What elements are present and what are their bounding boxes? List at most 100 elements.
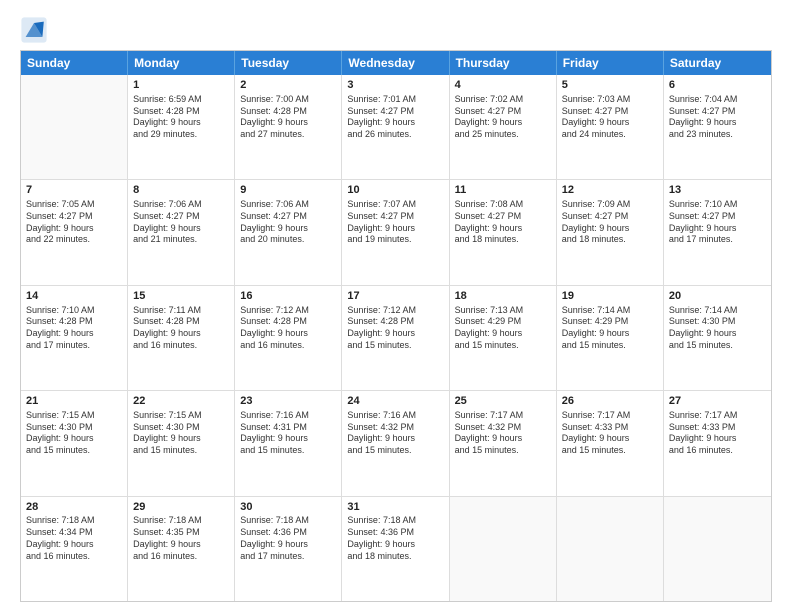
sunrise-text: Sunrise: 7:06 AM bbox=[133, 199, 229, 211]
daylight-text-1: Daylight: 9 hours bbox=[562, 117, 658, 129]
sunrise-text: Sunrise: 7:15 AM bbox=[26, 410, 122, 422]
sunrise-text: Sunrise: 7:17 AM bbox=[562, 410, 658, 422]
cell-info: Sunrise: 6:59 AMSunset: 4:28 PMDaylight:… bbox=[133, 94, 229, 141]
daylight-text-2: and 17 minutes. bbox=[240, 551, 336, 563]
daylight-text-2: and 17 minutes. bbox=[669, 234, 766, 246]
cal-cell: 30Sunrise: 7:18 AMSunset: 4:36 PMDayligh… bbox=[235, 497, 342, 601]
cell-info: Sunrise: 7:16 AMSunset: 4:32 PMDaylight:… bbox=[347, 410, 443, 457]
daylight-text-2: and 16 minutes. bbox=[133, 340, 229, 352]
cell-info: Sunrise: 7:07 AMSunset: 4:27 PMDaylight:… bbox=[347, 199, 443, 246]
day-number: 24 bbox=[347, 394, 443, 409]
day-number: 11 bbox=[455, 183, 551, 198]
cal-cell bbox=[450, 497, 557, 601]
daylight-text-2: and 17 minutes. bbox=[26, 340, 122, 352]
sunset-text: Sunset: 4:28 PM bbox=[240, 106, 336, 118]
day-number: 25 bbox=[455, 394, 551, 409]
day-number: 14 bbox=[26, 289, 122, 304]
cal-cell: 3Sunrise: 7:01 AMSunset: 4:27 PMDaylight… bbox=[342, 75, 449, 179]
day-number: 15 bbox=[133, 289, 229, 304]
daylight-text-1: Daylight: 9 hours bbox=[240, 539, 336, 551]
daylight-text-1: Daylight: 9 hours bbox=[347, 433, 443, 445]
calendar-header-row: SundayMondayTuesdayWednesdayThursdayFrid… bbox=[21, 51, 771, 75]
cal-cell: 7Sunrise: 7:05 AMSunset: 4:27 PMDaylight… bbox=[21, 180, 128, 284]
cell-info: Sunrise: 7:05 AMSunset: 4:27 PMDaylight:… bbox=[26, 199, 122, 246]
cal-cell: 19Sunrise: 7:14 AMSunset: 4:29 PMDayligh… bbox=[557, 286, 664, 390]
sunset-text: Sunset: 4:27 PM bbox=[669, 211, 766, 223]
cal-cell: 23Sunrise: 7:16 AMSunset: 4:31 PMDayligh… bbox=[235, 391, 342, 495]
cell-info: Sunrise: 7:11 AMSunset: 4:28 PMDaylight:… bbox=[133, 305, 229, 352]
sunrise-text: Sunrise: 7:08 AM bbox=[455, 199, 551, 211]
daylight-text-2: and 24 minutes. bbox=[562, 129, 658, 141]
sunrise-text: Sunrise: 7:18 AM bbox=[133, 515, 229, 527]
cal-cell: 6Sunrise: 7:04 AMSunset: 4:27 PMDaylight… bbox=[664, 75, 771, 179]
sunrise-text: Sunrise: 7:00 AM bbox=[240, 94, 336, 106]
cal-cell: 2Sunrise: 7:00 AMSunset: 4:28 PMDaylight… bbox=[235, 75, 342, 179]
sunset-text: Sunset: 4:27 PM bbox=[347, 211, 443, 223]
cal-cell: 24Sunrise: 7:16 AMSunset: 4:32 PMDayligh… bbox=[342, 391, 449, 495]
daylight-text-1: Daylight: 9 hours bbox=[562, 223, 658, 235]
cal-header-tuesday: Tuesday bbox=[235, 51, 342, 75]
day-number: 20 bbox=[669, 289, 766, 304]
daylight-text-1: Daylight: 9 hours bbox=[26, 539, 122, 551]
day-number: 9 bbox=[240, 183, 336, 198]
sunrise-text: Sunrise: 7:01 AM bbox=[347, 94, 443, 106]
daylight-text-1: Daylight: 9 hours bbox=[347, 328, 443, 340]
day-number: 18 bbox=[455, 289, 551, 304]
day-number: 21 bbox=[26, 394, 122, 409]
day-number: 8 bbox=[133, 183, 229, 198]
daylight-text-1: Daylight: 9 hours bbox=[347, 539, 443, 551]
cell-info: Sunrise: 7:10 AMSunset: 4:27 PMDaylight:… bbox=[669, 199, 766, 246]
cal-cell: 1Sunrise: 6:59 AMSunset: 4:28 PMDaylight… bbox=[128, 75, 235, 179]
sunset-text: Sunset: 4:36 PM bbox=[347, 527, 443, 539]
cal-cell: 18Sunrise: 7:13 AMSunset: 4:29 PMDayligh… bbox=[450, 286, 557, 390]
sunset-text: Sunset: 4:35 PM bbox=[133, 527, 229, 539]
sunset-text: Sunset: 4:29 PM bbox=[455, 316, 551, 328]
cal-cell: 4Sunrise: 7:02 AMSunset: 4:27 PMDaylight… bbox=[450, 75, 557, 179]
day-number: 28 bbox=[26, 500, 122, 515]
sunset-text: Sunset: 4:32 PM bbox=[455, 422, 551, 434]
sunrise-text: Sunrise: 7:09 AM bbox=[562, 199, 658, 211]
cal-week-0: 1Sunrise: 6:59 AMSunset: 4:28 PMDaylight… bbox=[21, 75, 771, 180]
cal-cell bbox=[21, 75, 128, 179]
daylight-text-2: and 18 minutes. bbox=[562, 234, 658, 246]
sunrise-text: Sunrise: 7:12 AM bbox=[347, 305, 443, 317]
daylight-text-1: Daylight: 9 hours bbox=[26, 433, 122, 445]
sunrise-text: Sunrise: 7:02 AM bbox=[455, 94, 551, 106]
cal-header-saturday: Saturday bbox=[664, 51, 771, 75]
sunset-text: Sunset: 4:30 PM bbox=[669, 316, 766, 328]
daylight-text-1: Daylight: 9 hours bbox=[347, 117, 443, 129]
daylight-text-2: and 15 minutes. bbox=[347, 445, 443, 457]
daylight-text-1: Daylight: 9 hours bbox=[133, 433, 229, 445]
cell-info: Sunrise: 7:14 AMSunset: 4:29 PMDaylight:… bbox=[562, 305, 658, 352]
sunrise-text: Sunrise: 7:11 AM bbox=[133, 305, 229, 317]
sunrise-text: Sunrise: 7:10 AM bbox=[669, 199, 766, 211]
daylight-text-2: and 15 minutes. bbox=[240, 445, 336, 457]
cal-header-sunday: Sunday bbox=[21, 51, 128, 75]
cal-cell: 15Sunrise: 7:11 AMSunset: 4:28 PMDayligh… bbox=[128, 286, 235, 390]
cal-cell: 20Sunrise: 7:14 AMSunset: 4:30 PMDayligh… bbox=[664, 286, 771, 390]
sunset-text: Sunset: 4:34 PM bbox=[26, 527, 122, 539]
daylight-text-2: and 18 minutes. bbox=[455, 234, 551, 246]
cell-info: Sunrise: 7:03 AMSunset: 4:27 PMDaylight:… bbox=[562, 94, 658, 141]
cal-cell: 12Sunrise: 7:09 AMSunset: 4:27 PMDayligh… bbox=[557, 180, 664, 284]
sunrise-text: Sunrise: 7:13 AM bbox=[455, 305, 551, 317]
day-number: 13 bbox=[669, 183, 766, 198]
sunset-text: Sunset: 4:27 PM bbox=[26, 211, 122, 223]
day-number: 3 bbox=[347, 78, 443, 93]
cell-info: Sunrise: 7:12 AMSunset: 4:28 PMDaylight:… bbox=[347, 305, 443, 352]
daylight-text-2: and 19 minutes. bbox=[347, 234, 443, 246]
sunrise-text: Sunrise: 7:12 AM bbox=[240, 305, 336, 317]
daylight-text-2: and 15 minutes. bbox=[562, 445, 658, 457]
daylight-text-2: and 16 minutes. bbox=[26, 551, 122, 563]
cell-info: Sunrise: 7:02 AMSunset: 4:27 PMDaylight:… bbox=[455, 94, 551, 141]
daylight-text-1: Daylight: 9 hours bbox=[240, 117, 336, 129]
cal-cell bbox=[557, 497, 664, 601]
cell-info: Sunrise: 7:17 AMSunset: 4:32 PMDaylight:… bbox=[455, 410, 551, 457]
daylight-text-1: Daylight: 9 hours bbox=[455, 223, 551, 235]
cell-info: Sunrise: 7:08 AMSunset: 4:27 PMDaylight:… bbox=[455, 199, 551, 246]
daylight-text-1: Daylight: 9 hours bbox=[133, 539, 229, 551]
day-number: 30 bbox=[240, 500, 336, 515]
sunset-text: Sunset: 4:27 PM bbox=[562, 211, 658, 223]
sunset-text: Sunset: 4:33 PM bbox=[669, 422, 766, 434]
day-number: 22 bbox=[133, 394, 229, 409]
